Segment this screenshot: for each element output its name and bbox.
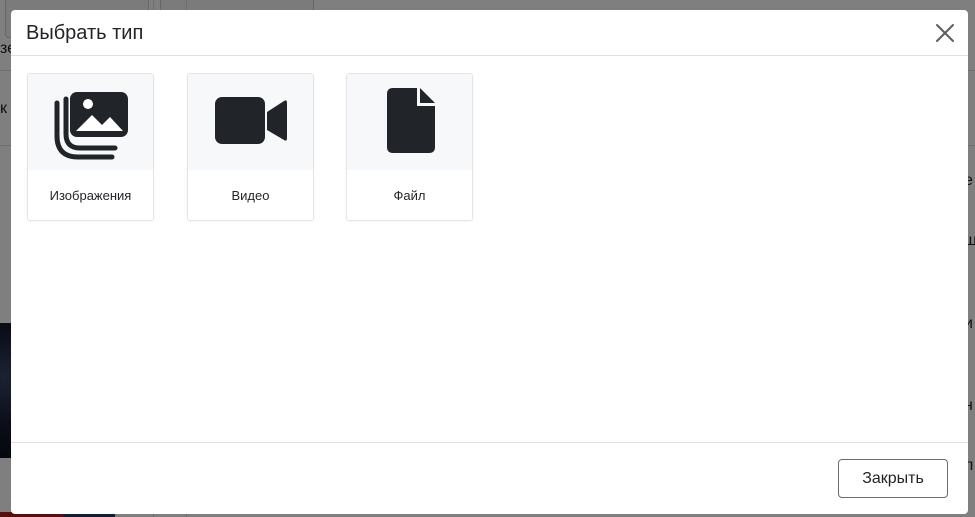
card-icon-area — [28, 74, 153, 170]
type-card-file[interactable]: Файл — [346, 73, 473, 221]
dialog-header: Выбрать тип — [11, 10, 968, 56]
type-card-video[interactable]: Видео — [187, 73, 314, 221]
type-label-file: Файл — [393, 188, 426, 203]
video-camera-icon — [215, 97, 287, 144]
dialog-footer: Закрыть — [11, 442, 968, 514]
select-type-dialog: Выбрать тип Изображения Видео Файл Закры… — [11, 10, 968, 514]
card-icon-area — [347, 74, 472, 170]
card-icon-area — [188, 74, 313, 170]
dialog-title: Выбрать тип — [26, 22, 144, 44]
close-button[interactable]: Закрыть — [838, 459, 948, 498]
dialog-body: Изображения Видео Файл — [11, 56, 968, 442]
close-icon[interactable] — [932, 20, 958, 46]
images-icon — [54, 92, 128, 160]
type-label-images: Изображения — [49, 188, 132, 203]
file-icon — [387, 88, 435, 153]
type-card-images[interactable]: Изображения — [27, 73, 154, 221]
type-label-video: Видео — [231, 188, 270, 203]
